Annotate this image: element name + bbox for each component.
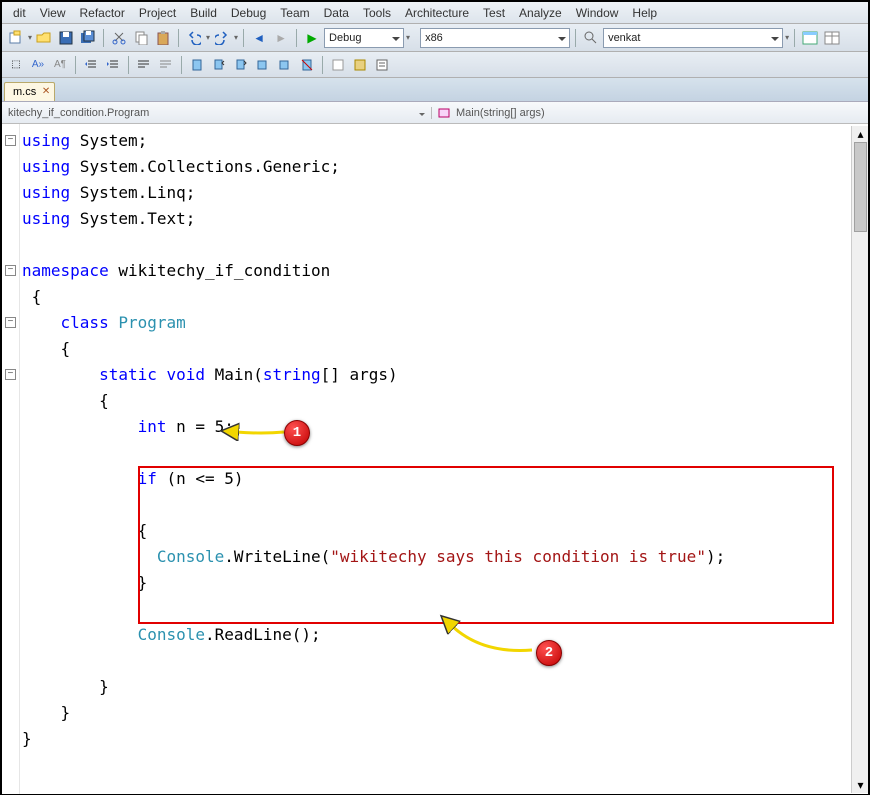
open-file-icon[interactable] [34,28,54,48]
code-line: } [22,674,868,700]
menu-item-refactor[interactable]: Refactor [72,6,131,20]
code-line [22,440,868,466]
code-editor[interactable]: − − − − using System;using System.Collectio… [2,124,868,794]
menu-item-test[interactable]: Test [476,6,512,20]
annotation-arrow-1 [232,422,292,442]
code-line: } [22,700,868,726]
outline-toggle-icon[interactable]: − [5,369,16,380]
type-nav-combo[interactable]: kitechy_if_condition.Program [2,107,432,119]
start-debug-icon[interactable]: ▶ [302,28,322,48]
annotation-badge-1: 1 [284,420,310,446]
decrease-indent-icon[interactable] [81,55,101,75]
type-nav-label: kitechy_if_condition.Program [8,107,149,119]
standard-toolbar: ▾ ▾ ▾ ◄ ► ▶ Debug ▾ x86 venkat ▾ [2,24,868,52]
menu-bar: ditViewRefactorProjectBuildDebugTeamData… [2,2,868,24]
properties-icon[interactable] [822,28,842,48]
outline-gutter: − − − − [2,124,20,794]
code-line: } [22,726,868,752]
annotation-badge-2: 2 [536,640,562,666]
doc-outline-icon[interactable] [372,55,392,75]
code-line: class Program [22,310,868,336]
menu-item-window[interactable]: Window [569,6,626,20]
show-whitespace-icon[interactable]: A¶ [50,55,70,75]
bookmark-prev-icon[interactable] [209,55,229,75]
save-all-icon[interactable] [78,28,98,48]
increase-indent-icon[interactable] [103,55,123,75]
code-line: using System.Linq; [22,180,868,206]
code-line: { [22,336,868,362]
solution-platform-combo[interactable]: x86 [420,28,570,48]
uncomment-icon[interactable] [156,55,176,75]
menu-item-dit[interactable]: dit [6,6,33,20]
code-line: namespace wikitechy_if_condition [22,258,868,284]
code-line: using System.Text; [22,206,868,232]
bookmark-clear-icon[interactable] [297,55,317,75]
annotation-box [138,466,834,624]
solution-config-combo[interactable]: Debug [324,28,404,48]
tab-label: m.cs [13,86,36,98]
outline-toggle-icon[interactable]: − [5,317,16,328]
comment-icon[interactable] [134,55,154,75]
member-nav-combo[interactable]: Main(string[] args) [432,107,868,119]
scroll-down-icon[interactable]: ▾ [852,777,869,793]
bookmark-prev-folder-icon[interactable] [253,55,273,75]
method-icon [438,107,452,119]
find-combo[interactable]: venkat [603,28,783,48]
document-tab-strip: m.cs ✕ [2,78,868,102]
scroll-thumb[interactable] [854,142,867,232]
menu-item-analyze[interactable]: Analyze [512,6,569,20]
code-line: { [22,388,868,414]
menu-item-build[interactable]: Build [183,6,224,20]
member-nav-label: Main(string[] args) [456,107,545,119]
nav-fwd-icon[interactable]: ► [271,28,291,48]
code-line: using System; [22,128,868,154]
class-view-icon[interactable] [328,55,348,75]
code-line: static void Main(string[] args) [22,362,868,388]
undo-icon[interactable] [184,28,204,48]
paste-icon[interactable] [153,28,173,48]
word-wrap-icon[interactable]: A» [28,55,48,75]
code-navigation-bar: kitechy_if_condition.Program Main(string… [2,102,868,124]
scroll-up-icon[interactable]: ▴ [852,126,869,142]
text-editor-toolbar: ⬚ A» A¶ [2,52,868,78]
menu-item-architecture[interactable]: Architecture [398,6,476,20]
new-project-icon[interactable] [6,28,26,48]
menu-item-debug[interactable]: Debug [224,6,273,20]
code-line [22,232,868,258]
bookmark-next-icon[interactable] [231,55,251,75]
cut-icon[interactable] [109,28,129,48]
code-line: { [22,284,868,310]
menu-item-tools[interactable]: Tools [356,6,398,20]
menu-item-data[interactable]: Data [317,6,356,20]
menu-item-view[interactable]: View [33,6,73,20]
outline-toggle-icon[interactable]: − [5,135,16,146]
outline-toggle-icon[interactable]: − [5,265,16,276]
menu-item-help[interactable]: Help [625,6,664,20]
vertical-scrollbar[interactable]: ▴ ▾ [851,126,868,793]
object-browser-icon[interactable] [350,55,370,75]
close-icon[interactable]: ✕ [42,86,50,97]
bookmark-toggle-icon[interactable] [187,55,207,75]
menu-item-team[interactable]: Team [273,6,316,20]
annotation-arrow-2 [442,622,542,662]
redo-icon[interactable] [212,28,232,48]
nav-back-icon[interactable]: ◄ [249,28,269,48]
toggle-btn-icon[interactable]: ⬚ [6,55,26,75]
code-line: int n = 5; [22,414,868,440]
copy-icon[interactable] [131,28,151,48]
solution-explorer-icon[interactable] [800,28,820,48]
save-icon[interactable] [56,28,76,48]
document-tab[interactable]: m.cs ✕ [4,82,55,101]
menu-item-project[interactable]: Project [132,6,183,20]
code-line: using System.Collections.Generic; [22,154,868,180]
bookmark-next-folder-icon[interactable] [275,55,295,75]
find-icon[interactable] [581,28,601,48]
